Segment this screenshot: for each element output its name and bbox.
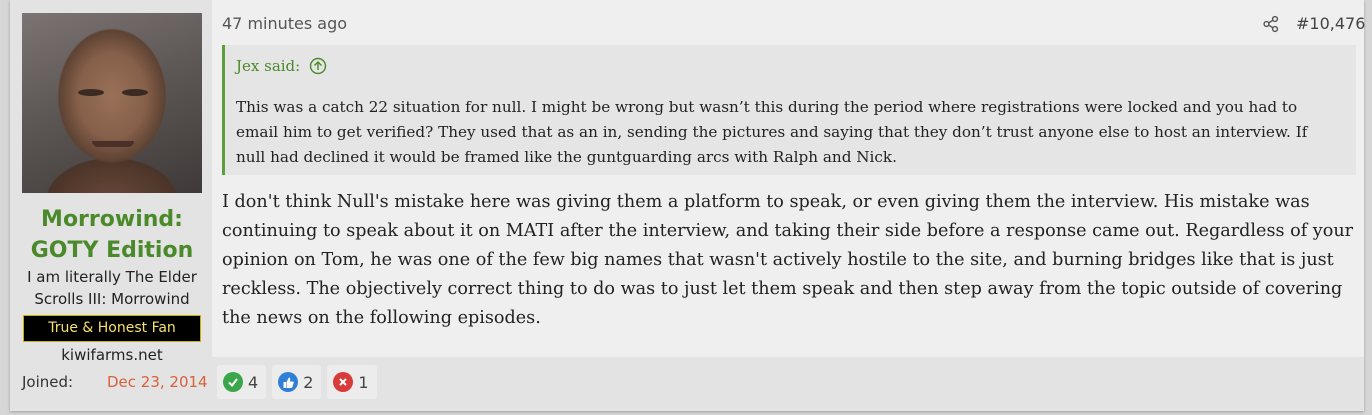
post-number[interactable]: #10,476: [1296, 14, 1365, 33]
reaction-agree[interactable]: 4: [217, 365, 267, 399]
joined-date: Dec 23, 2014: [107, 373, 208, 391]
user-banner: True & Honest Fan: [23, 315, 201, 342]
reaction-like[interactable]: 2: [272, 365, 322, 399]
avatar[interactable]: [22, 13, 202, 193]
reaction-count: 2: [303, 372, 314, 392]
quote-author[interactable]: Jex said:: [236, 57, 300, 75]
reaction-count: 4: [248, 372, 259, 392]
joined-label: Joined:: [22, 373, 74, 391]
post-time[interactable]: 47 minutes ago: [222, 14, 347, 33]
reaction-count: 1: [358, 372, 369, 392]
reaction-disagree[interactable]: 1: [327, 365, 377, 399]
thumbs-up-icon: [278, 372, 299, 392]
user-site: kiwifarms.net: [61, 346, 163, 364]
user-title: I am literally The Elder Scrolls III: Mo…: [27, 268, 197, 308]
arrow-up-circle-icon[interactable]: [309, 57, 327, 75]
quote-block: Jex said: This was a catch 22 situation …: [222, 45, 1356, 175]
share-icon[interactable]: [1262, 15, 1280, 33]
reactions-bar: 4 2 1: [217, 365, 377, 399]
x-icon: [333, 372, 354, 392]
username[interactable]: Morrowind: GOTY Edition: [22, 204, 202, 266]
post-container: Morrowind: GOTY Edition I am literally T…: [10, 0, 1365, 411]
post-message: I don't think Null's mistake here was gi…: [222, 192, 1354, 328]
quote-text: This was a catch 22 situation for null. …: [236, 98, 1308, 166]
check-icon: [223, 372, 243, 392]
